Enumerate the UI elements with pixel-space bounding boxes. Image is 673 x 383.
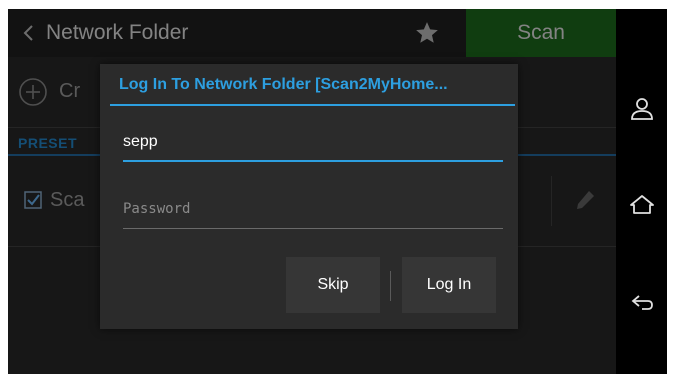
home-icon[interactable] xyxy=(628,191,656,219)
system-nav-bar xyxy=(616,9,667,374)
skip-button-label: Skip xyxy=(317,276,349,293)
back-arrow-icon[interactable] xyxy=(628,287,656,315)
dialog-title: Log In To Network Folder [Scan2MyHome... xyxy=(119,76,448,93)
button-separator xyxy=(390,271,391,301)
login-button[interactable]: Log In xyxy=(402,257,496,313)
skip-button[interactable]: Skip xyxy=(286,257,380,313)
app-area: Network Folder Scan Cr PRESET Sca Log In… xyxy=(8,9,616,374)
device-screen: Network Folder Scan Cr PRESET Sca Log In… xyxy=(8,9,667,374)
user-icon[interactable] xyxy=(628,95,656,123)
login-dialog: Log In To Network Folder [Scan2MyHome...… xyxy=(100,64,518,329)
login-button-label: Log In xyxy=(426,276,472,293)
username-field[interactable]: sepp xyxy=(123,124,503,162)
password-field[interactable]: Password xyxy=(123,189,503,229)
dialog-title-divider xyxy=(110,104,515,106)
